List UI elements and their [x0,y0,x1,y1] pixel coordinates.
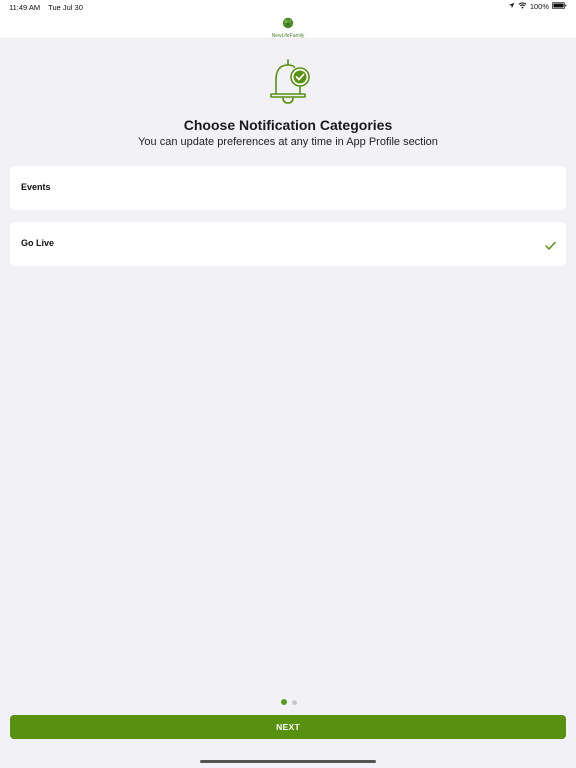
page-subtitle: You can update preferences at any time i… [138,136,438,148]
status-time: 11:49 AM [9,3,41,12]
app-logo: NewLifeFamily [270,16,306,39]
page-dot-active [281,699,287,705]
bell-check-icon [264,58,314,108]
page-dot [292,699,297,705]
category-events[interactable]: Events [10,166,566,210]
category-label: Go Live [21,238,55,248]
wifi-icon [518,2,527,11]
category-go-live[interactable]: Go Live [10,222,566,266]
tree-logo-icon [282,16,294,33]
category-label: Events [21,182,51,192]
status-date: Tue Jul 30 [48,3,83,12]
page-title: Choose Notification Categories [183,117,393,133]
home-indicator [200,760,376,763]
status-bar: 11:49 AM Tue Jul 30 100% [0,0,576,16]
checkmark-icon [545,238,556,250]
app-header: NewLifeFamily [0,16,576,39]
logo-text: NewLifeFamily [271,33,305,39]
battery-icon [552,2,567,11]
location-arrow-icon [508,2,515,11]
next-button[interactable]: NEXT [10,715,566,739]
page-indicator [281,699,297,705]
battery-percent: 100% [529,2,549,11]
